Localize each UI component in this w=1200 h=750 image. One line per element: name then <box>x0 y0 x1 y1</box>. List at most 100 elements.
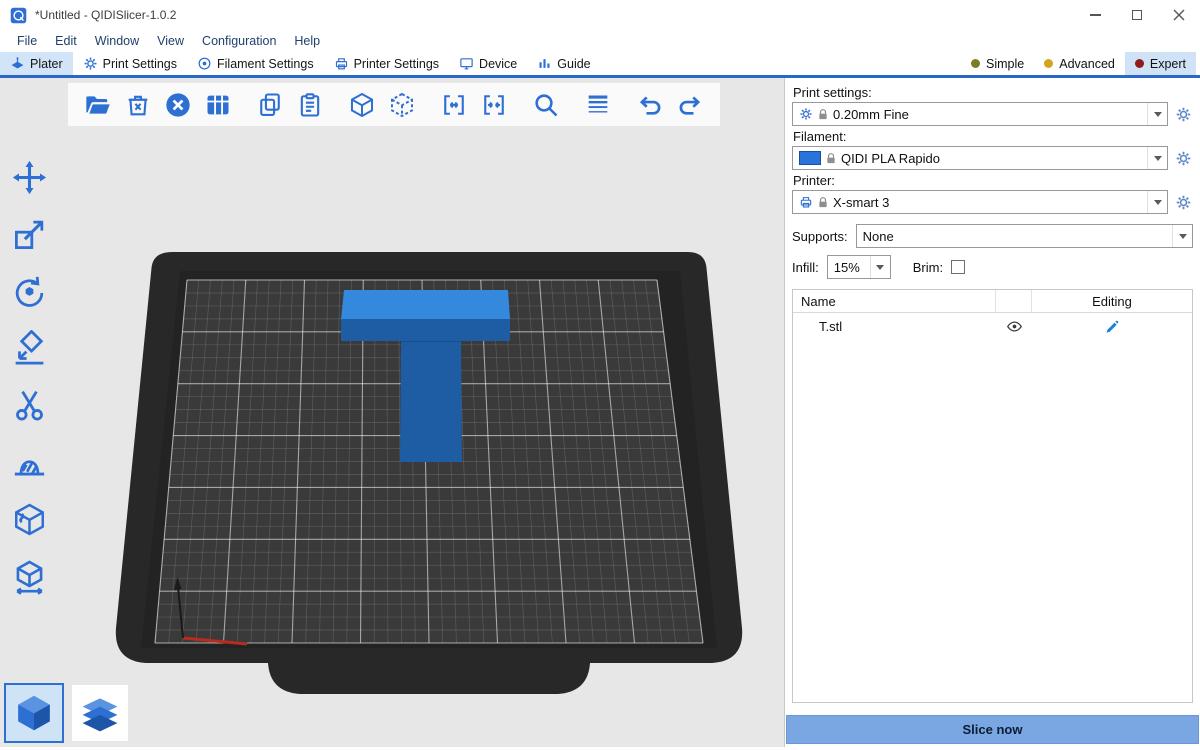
close-button[interactable] <box>1158 0 1200 30</box>
delete-all-button[interactable] <box>158 85 198 125</box>
printer-label: Printer: <box>793 173 1192 188</box>
infill-combobox[interactable]: 15% <box>827 255 891 279</box>
tab-guide[interactable]: Guide <box>527 52 600 75</box>
cube-3d-icon <box>12 691 56 735</box>
viewport-toolbar <box>68 83 720 126</box>
move-tool-button[interactable] <box>5 153 53 201</box>
minimize-button[interactable] <box>1074 0 1116 30</box>
place-on-face-tool-button[interactable] <box>5 324 53 372</box>
undo-button[interactable] <box>630 85 670 125</box>
tab-device[interactable]: Device <box>449 52 527 75</box>
delete-all-icon <box>164 91 192 119</box>
mode-label: Simple <box>986 57 1024 71</box>
print-settings-label: Print settings: <box>793 85 1192 100</box>
app-logo-icon <box>10 7 27 24</box>
split-to-objects-button[interactable] <box>342 85 382 125</box>
mode-expert[interactable]: Expert <box>1125 52 1196 75</box>
scissors-icon <box>11 387 48 424</box>
infill-value: 15% <box>834 260 865 275</box>
tab-label: Printer Settings <box>354 57 439 71</box>
filament-combobox[interactable]: QIDI PLA Rapido <box>792 146 1168 170</box>
view-preview-button[interactable] <box>72 685 128 741</box>
cube-icon <box>348 91 376 119</box>
menu-view[interactable]: View <box>148 34 193 48</box>
supports-combobox[interactable]: None <box>856 224 1193 248</box>
paste-button[interactable] <box>290 85 330 125</box>
print-settings-edit-button[interactable] <box>1173 103 1193 125</box>
tab-printer-settings[interactable]: Printer Settings <box>324 52 449 75</box>
supports-label: Supports: <box>792 229 848 244</box>
tab-label: Guide <box>557 57 590 71</box>
cut-tool-button[interactable] <box>5 381 53 429</box>
menu-bar: File Edit Window View Configuration Help <box>0 30 1200 52</box>
printer-combobox[interactable]: X-smart 3 <box>792 190 1168 214</box>
redo-button[interactable] <box>670 85 710 125</box>
infill-label: Infill: <box>792 260 819 275</box>
open-folder-icon <box>84 91 112 119</box>
menu-file[interactable]: File <box>8 34 46 48</box>
paint-supports-tool-button[interactable] <box>5 438 53 486</box>
search-button[interactable] <box>526 85 566 125</box>
delete-button[interactable] <box>118 85 158 125</box>
object-name: T.stl <box>793 319 996 334</box>
rotate-tool-button[interactable] <box>5 267 53 315</box>
variable-layer-height-button[interactable] <box>578 85 618 125</box>
rotate-icon <box>11 273 48 310</box>
viewport-3d-scene[interactable] <box>0 78 784 747</box>
brim-label: Brim: <box>913 260 943 275</box>
tab-label: Device <box>479 57 517 71</box>
tab-label: Print Settings <box>103 57 177 71</box>
print-settings-icon <box>83 56 98 71</box>
open-project-button[interactable] <box>78 85 118 125</box>
advanced-mode-dot-icon <box>1044 59 1053 68</box>
settings-panel: Print settings: 0.20mm Fine Filament: QI… <box>784 78 1200 747</box>
slice-now-button[interactable]: Slice now <box>786 715 1199 744</box>
mode-advanced[interactable]: Advanced <box>1034 52 1125 75</box>
menu-configuration[interactable]: Configuration <box>193 34 285 48</box>
object-list-row[interactable]: T.stl <box>793 313 1192 340</box>
chevron-down-icon <box>1147 191 1167 213</box>
redo-icon <box>676 91 704 119</box>
edit-object-button[interactable] <box>1032 319 1192 335</box>
copy-button[interactable] <box>250 85 290 125</box>
remove-instance-button[interactable] <box>474 85 514 125</box>
tab-filament-settings[interactable]: Filament Settings <box>187 52 324 75</box>
place-on-face-icon <box>11 330 48 367</box>
device-icon <box>459 56 474 71</box>
menu-window[interactable]: Window <box>86 34 148 48</box>
trash-icon <box>124 91 152 119</box>
mode-simple[interactable]: Simple <box>961 52 1034 75</box>
view-3d-editor-button[interactable] <box>6 685 62 741</box>
column-header-editing: Editing <box>1032 290 1192 312</box>
add-instance-button[interactable] <box>434 85 474 125</box>
object-list-header: Name Editing <box>793 290 1192 313</box>
printer-value: X-smart 3 <box>833 195 1142 210</box>
printer-icon <box>799 195 813 209</box>
plater-icon <box>10 56 25 71</box>
printer-edit-button[interactable] <box>1173 191 1193 213</box>
scale-tool-button[interactable] <box>5 210 53 258</box>
maximize-button[interactable] <box>1116 0 1158 30</box>
menu-edit[interactable]: Edit <box>46 34 86 48</box>
filament-label: Filament: <box>793 129 1192 144</box>
tab-print-settings[interactable]: Print Settings <box>73 52 187 75</box>
column-header-visibility <box>996 290 1032 312</box>
tab-label: Filament Settings <box>217 57 314 71</box>
maximize-icon <box>1132 10 1142 20</box>
arrange-button[interactable] <box>198 85 238 125</box>
print-settings-combobox[interactable]: 0.20mm Fine <box>792 102 1168 126</box>
title-bar: *Untitled - QIDISlicer-1.0.2 <box>0 0 1200 30</box>
filament-edit-button[interactable] <box>1173 147 1193 169</box>
split-to-parts-button[interactable] <box>382 85 422 125</box>
seam-tool-button[interactable] <box>5 495 53 543</box>
measure-tool-button[interactable] <box>5 552 53 600</box>
viewport-3d[interactable] <box>0 78 784 747</box>
visibility-toggle[interactable] <box>996 318 1032 335</box>
layers-icon <box>584 91 612 119</box>
tab-plater[interactable]: Plater <box>0 52 73 75</box>
gear-icon <box>1175 150 1192 167</box>
object-list: Name Editing T.stl <box>792 289 1193 703</box>
menu-help[interactable]: Help <box>285 34 329 48</box>
brim-checkbox[interactable] <box>951 260 965 274</box>
supports-value: None <box>863 229 1167 244</box>
